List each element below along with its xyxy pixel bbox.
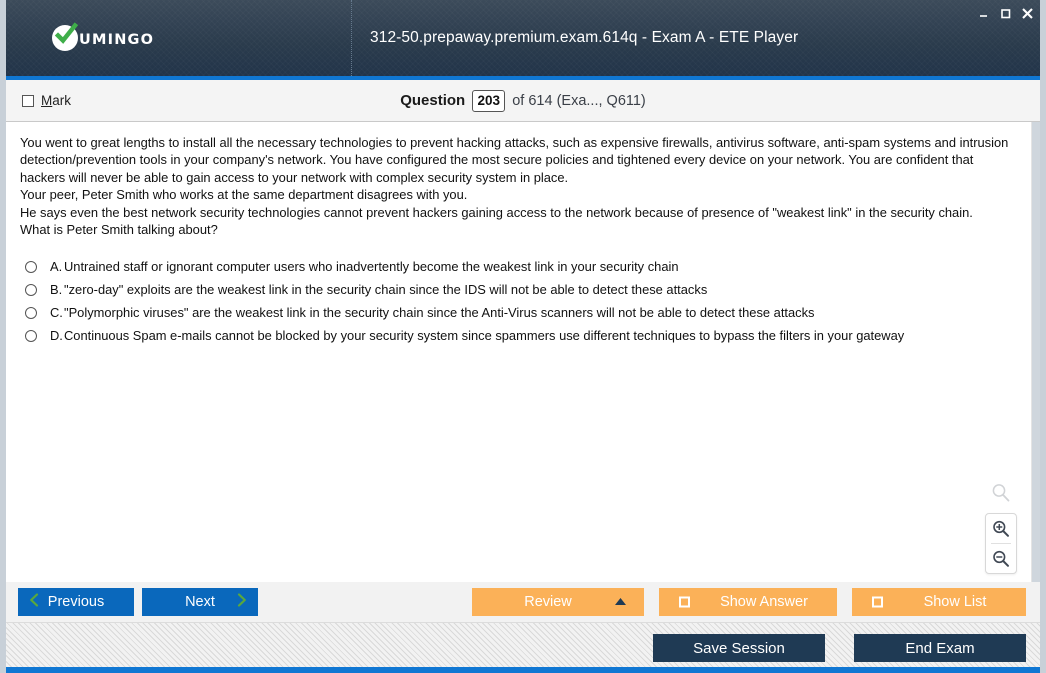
minimize-icon[interactable]: [972, 4, 994, 22]
review-label: Review: [524, 594, 572, 610]
title-panel: 312-50.prepaway.premium.exam.614q - Exam…: [352, 0, 1046, 76]
question-counter: Question 203 of 614 (Exa..., Q611): [0, 89, 1046, 112]
window-title: 312-50.prepaway.premium.exam.614q - Exam…: [370, 29, 799, 46]
mark-label-rest: ark: [52, 93, 72, 108]
status-bar: Save Session End Exam: [0, 622, 1046, 673]
save-session-button[interactable]: Save Session: [653, 634, 825, 662]
answer-option-d[interactable]: D. Continuous Spam e-mails cannot be blo…: [20, 324, 1011, 347]
show-answer-button[interactable]: Show Answer: [659, 588, 837, 616]
show-list-button[interactable]: Show List: [852, 588, 1026, 616]
square-outline-icon: [872, 596, 883, 608]
mark-label: Mark: [41, 93, 71, 108]
action-bar: Previous Next Review Show Answer Show Li…: [0, 582, 1046, 622]
answer-option-b[interactable]: B. "zero-day" exploits are the weakest l…: [20, 278, 1011, 301]
right-window-border: [1040, 0, 1046, 673]
question-label: Question: [400, 92, 466, 109]
left-window-border: [0, 0, 6, 673]
radio-a[interactable]: [25, 261, 37, 274]
mark-checkbox-box[interactable]: [22, 94, 34, 107]
mark-checkbox[interactable]: Mark: [22, 93, 71, 108]
window-controls: [972, 4, 1038, 22]
content-shell: You went to great lengths to install all…: [0, 122, 1046, 582]
question-number-input[interactable]: 203: [472, 89, 506, 112]
vumingo-logo: UMINGO: [52, 22, 155, 51]
review-button[interactable]: Review: [472, 588, 644, 616]
previous-label: Previous: [47, 594, 105, 610]
answer-letter-a: A.: [50, 259, 63, 275]
maximize-icon[interactable]: [994, 4, 1016, 22]
chevron-left-icon: [28, 593, 41, 612]
show-answer-label: Show Answer: [720, 594, 808, 610]
zoom-in-icon[interactable]: [986, 514, 1016, 543]
next-label: Next: [185, 594, 215, 610]
radio-d[interactable]: [25, 330, 37, 343]
next-button[interactable]: Next: [142, 588, 258, 616]
previous-button[interactable]: Previous: [18, 588, 134, 616]
chevron-right-icon: [235, 593, 248, 612]
answer-text-b: "zero-day" exploits are the weakest link…: [64, 282, 708, 298]
answer-option-c[interactable]: C. "Polymorphic viruses" are the weakest…: [20, 301, 1011, 324]
answer-text-d: Continuous Spam e-mails cannot be blocke…: [64, 328, 905, 344]
mark-accelerator: M: [41, 93, 53, 108]
radio-b[interactable]: [25, 284, 37, 297]
answer-letter-b: B.: [50, 282, 63, 298]
zoom-tools: [985, 482, 1017, 574]
question-text: You went to great lengths to install all…: [20, 135, 1009, 238]
show-list-label: Show List: [923, 594, 987, 610]
answer-text-c: "Polymorphic viruses" are the weakest li…: [64, 305, 815, 321]
question-total-label: of 614 (Exa..., Q611): [512, 92, 646, 109]
answer-letter-d: D.: [50, 328, 63, 344]
answer-letter-c: C.: [50, 305, 63, 321]
ete-player-window: UMINGO 312-50.prepaway.premium.exam.614q…: [0, 0, 1046, 673]
answer-text-a: Untrained staff or ignorant computer use…: [64, 259, 679, 275]
title-bar: UMINGO 312-50.prepaway.premium.exam.614q…: [0, 0, 1046, 80]
answer-option-a[interactable]: A. Untrained staff or ignorant computer …: [20, 255, 1011, 278]
question-panel: You went to great lengths to install all…: [0, 122, 1032, 582]
check-circle-icon: [52, 22, 79, 51]
zoom-out-icon[interactable]: [986, 544, 1016, 573]
zoom-button-group: [985, 513, 1017, 574]
magnifier-icon: [990, 482, 1012, 509]
answer-options: A. Untrained staff or ignorant computer …: [20, 255, 1011, 347]
end-exam-button[interactable]: End Exam: [854, 634, 1026, 662]
logo-text: UMINGO: [79, 32, 155, 48]
radio-c[interactable]: [25, 307, 37, 320]
brand-panel: UMINGO: [0, 0, 352, 76]
question-content: You went to great lengths to install all…: [0, 122, 1031, 347]
bottom-accent-rail: [0, 667, 1046, 673]
question-bar: Mark Question 203 of 614 (Exa..., Q611): [0, 80, 1046, 122]
chevron-up-icon: [614, 594, 627, 610]
square-outline-icon: [679, 596, 690, 608]
close-icon[interactable]: [1016, 4, 1038, 22]
